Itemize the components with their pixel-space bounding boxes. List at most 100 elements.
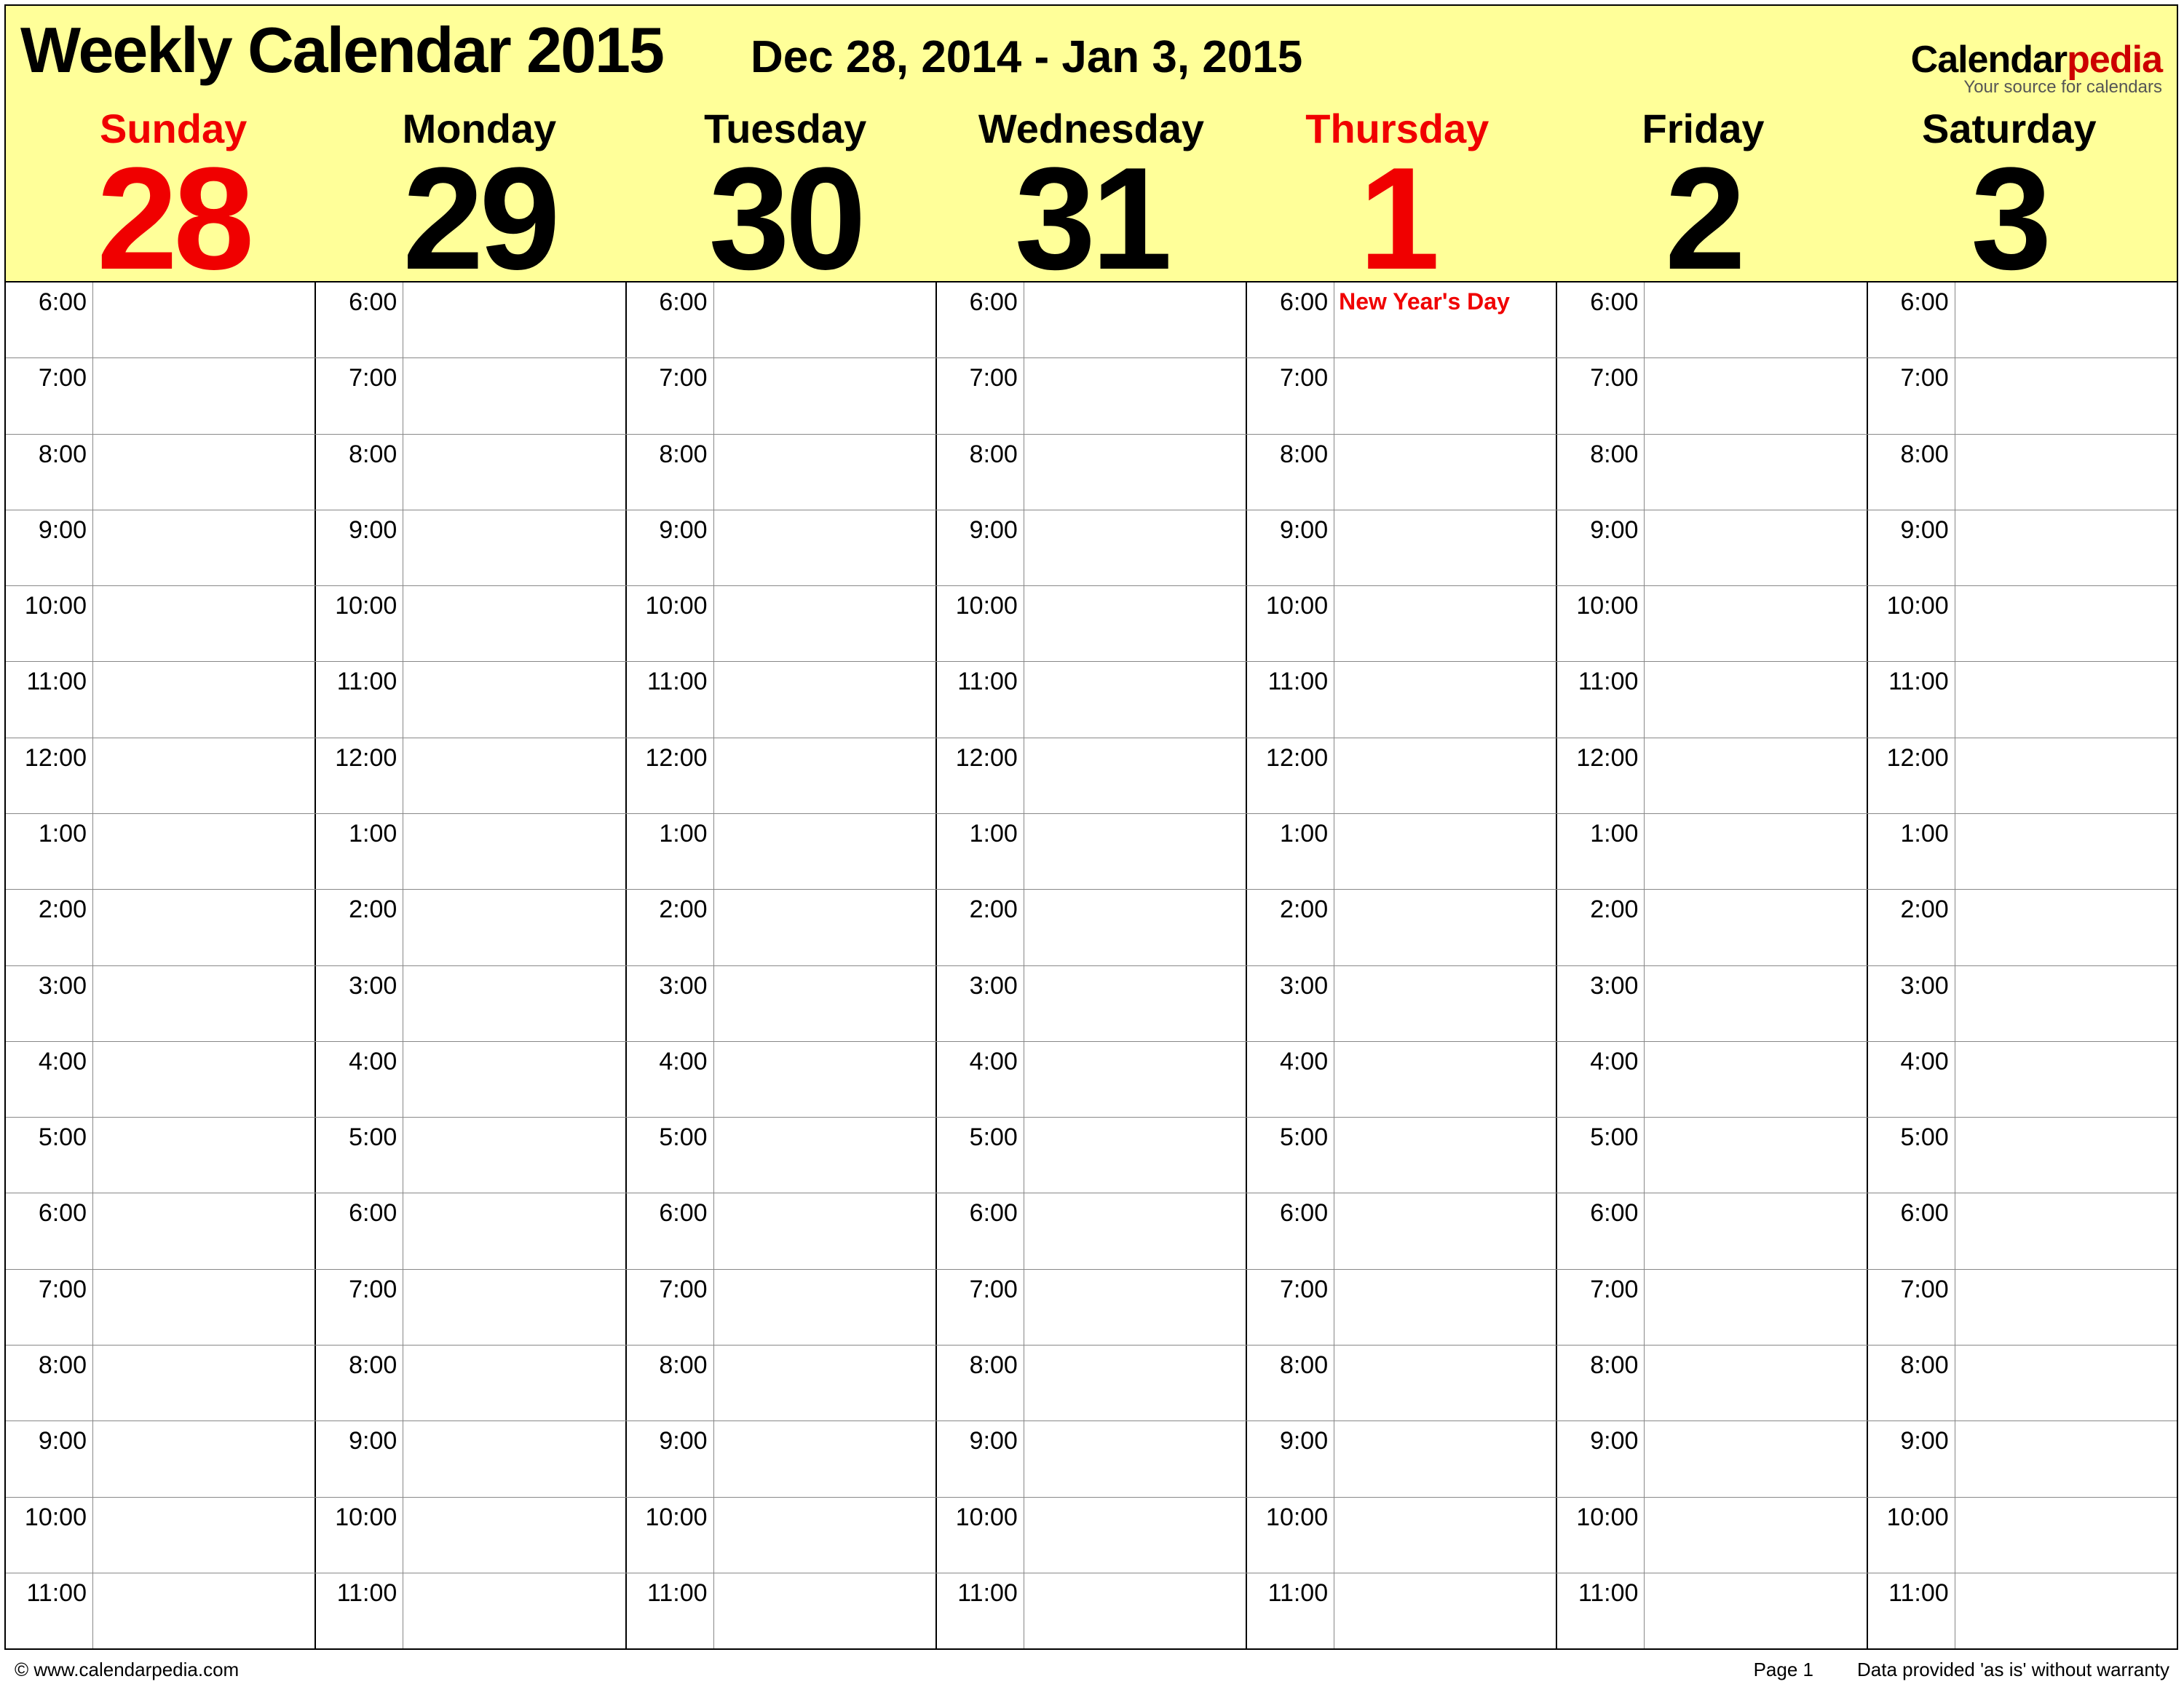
hour-row: 4:004:004:004:004:004:004:00	[6, 1042, 2177, 1118]
event-cell	[714, 435, 935, 510]
time-label: 8:00	[1557, 435, 1645, 510]
day-column: 5:00	[937, 1118, 1247, 1193]
day-column: 5:00	[1247, 1118, 1557, 1193]
time-label: 9:00	[1247, 1421, 1334, 1496]
event-cell	[1645, 282, 1866, 357]
event-cell	[1334, 358, 1556, 433]
day-column: 10:00	[1557, 586, 1867, 661]
day-column: 4:00	[1868, 1042, 2177, 1117]
event-cell	[93, 282, 314, 357]
event-cell	[1024, 282, 1246, 357]
day-column: 8:00	[1868, 435, 2177, 510]
day-column: 9:00	[1247, 1421, 1557, 1496]
day-column: 1:00	[6, 814, 316, 889]
brand-logo-accent: pedia	[2067, 39, 2162, 81]
footer-page: Page 1	[1754, 1659, 1813, 1681]
day-column: 6:00	[627, 282, 937, 357]
day-column: 10:00	[1868, 1498, 2177, 1573]
header-strip: Weekly Calendar 2015 Dec 28, 2014 - Jan …	[6, 6, 2177, 282]
time-label: 9:00	[1247, 510, 1334, 585]
event-cell	[1024, 1421, 1246, 1496]
event-cell	[1645, 738, 1866, 813]
day-column: 7:00	[6, 1270, 316, 1345]
day-column: 11:00	[1868, 662, 2177, 737]
time-label: 10:00	[6, 1498, 93, 1573]
day-column: 2:00	[1557, 890, 1867, 965]
day-column: 6:00	[1868, 282, 2177, 357]
event-cell	[714, 1346, 935, 1421]
day-column: 10:00	[1247, 586, 1557, 661]
time-label: 11:00	[316, 1573, 403, 1648]
event-cell	[1955, 1346, 2177, 1421]
day-header: Monday29	[326, 96, 632, 292]
day-column: 3:00	[316, 966, 626, 1041]
day-column: 7:00	[316, 358, 626, 433]
event-cell	[1955, 586, 2177, 661]
time-label: 11:00	[937, 1573, 1024, 1648]
time-label: 11:00	[6, 1573, 93, 1648]
day-column: 8:00	[937, 1346, 1247, 1421]
day-column: 11:00	[627, 662, 937, 737]
time-label: 3:00	[1557, 966, 1645, 1041]
day-column: 12:00	[316, 738, 626, 813]
hour-row: 12:0012:0012:0012:0012:0012:0012:00	[6, 738, 2177, 814]
event-cell	[1334, 435, 1556, 510]
time-label: 4:00	[1247, 1042, 1334, 1117]
time-label: 2:00	[627, 890, 714, 965]
day-column: 7:00	[937, 358, 1247, 433]
time-label: 10:00	[1247, 1498, 1334, 1573]
day-column: 6:00	[1247, 1193, 1557, 1268]
event-cell	[714, 1421, 935, 1496]
day-column: 4:00	[316, 1042, 626, 1117]
event-cell	[1334, 814, 1556, 889]
time-label: 8:00	[627, 1346, 714, 1421]
time-label: 7:00	[1557, 358, 1645, 433]
day-column: 12:00	[627, 738, 937, 813]
time-label: 9:00	[6, 1421, 93, 1496]
day-column: 11:00	[1247, 1573, 1557, 1648]
event-cell	[1024, 1042, 1246, 1117]
time-label: 6:00	[1557, 1193, 1645, 1268]
time-label: 10:00	[1557, 586, 1645, 661]
time-label: 11:00	[1868, 662, 1955, 737]
time-label: 8:00	[1868, 1346, 1955, 1421]
day-column: 6:00	[6, 282, 316, 357]
event-cell	[1334, 1042, 1556, 1117]
time-label: 10:00	[937, 586, 1024, 661]
day-header: Saturday3	[1856, 96, 2162, 292]
event-cell	[403, 1573, 625, 1648]
event-cell	[1645, 586, 1866, 661]
event-cell	[403, 510, 625, 585]
time-label: 8:00	[1247, 435, 1334, 510]
day-column: 3:00	[6, 966, 316, 1041]
event-cell	[93, 662, 314, 737]
event-cell	[1645, 1118, 1866, 1193]
time-label: 7:00	[1557, 1270, 1645, 1345]
time-label: 5:00	[937, 1118, 1024, 1193]
time-label: 7:00	[316, 358, 403, 433]
event-cell	[714, 1118, 935, 1193]
day-column: 10:00	[1868, 586, 2177, 661]
event-cell	[1334, 586, 1556, 661]
event-cell	[714, 890, 935, 965]
event-cell	[714, 510, 935, 585]
event-cell	[1955, 966, 2177, 1041]
day-column: 4:00	[1247, 1042, 1557, 1117]
day-column: 10:00	[627, 1498, 937, 1573]
day-column: 5:00	[6, 1118, 316, 1193]
day-column: 6:00	[1557, 282, 1867, 357]
event-cell	[93, 1421, 314, 1496]
event-cell	[403, 358, 625, 433]
day-column: 10:00	[1247, 1498, 1557, 1573]
day-column: 7:00	[1557, 1270, 1867, 1345]
day-column: 3:00	[1868, 966, 2177, 1041]
page-title: Weekly Calendar 2015	[20, 13, 663, 87]
event-cell	[1955, 1498, 2177, 1573]
day-column: 10:00	[6, 586, 316, 661]
day-number: 2	[1550, 146, 1856, 292]
time-label: 7:00	[1247, 358, 1334, 433]
time-label: 8:00	[937, 1346, 1024, 1421]
day-column: 7:00	[1868, 1270, 2177, 1345]
event-cell	[1955, 282, 2177, 357]
time-label: 4:00	[316, 1042, 403, 1117]
